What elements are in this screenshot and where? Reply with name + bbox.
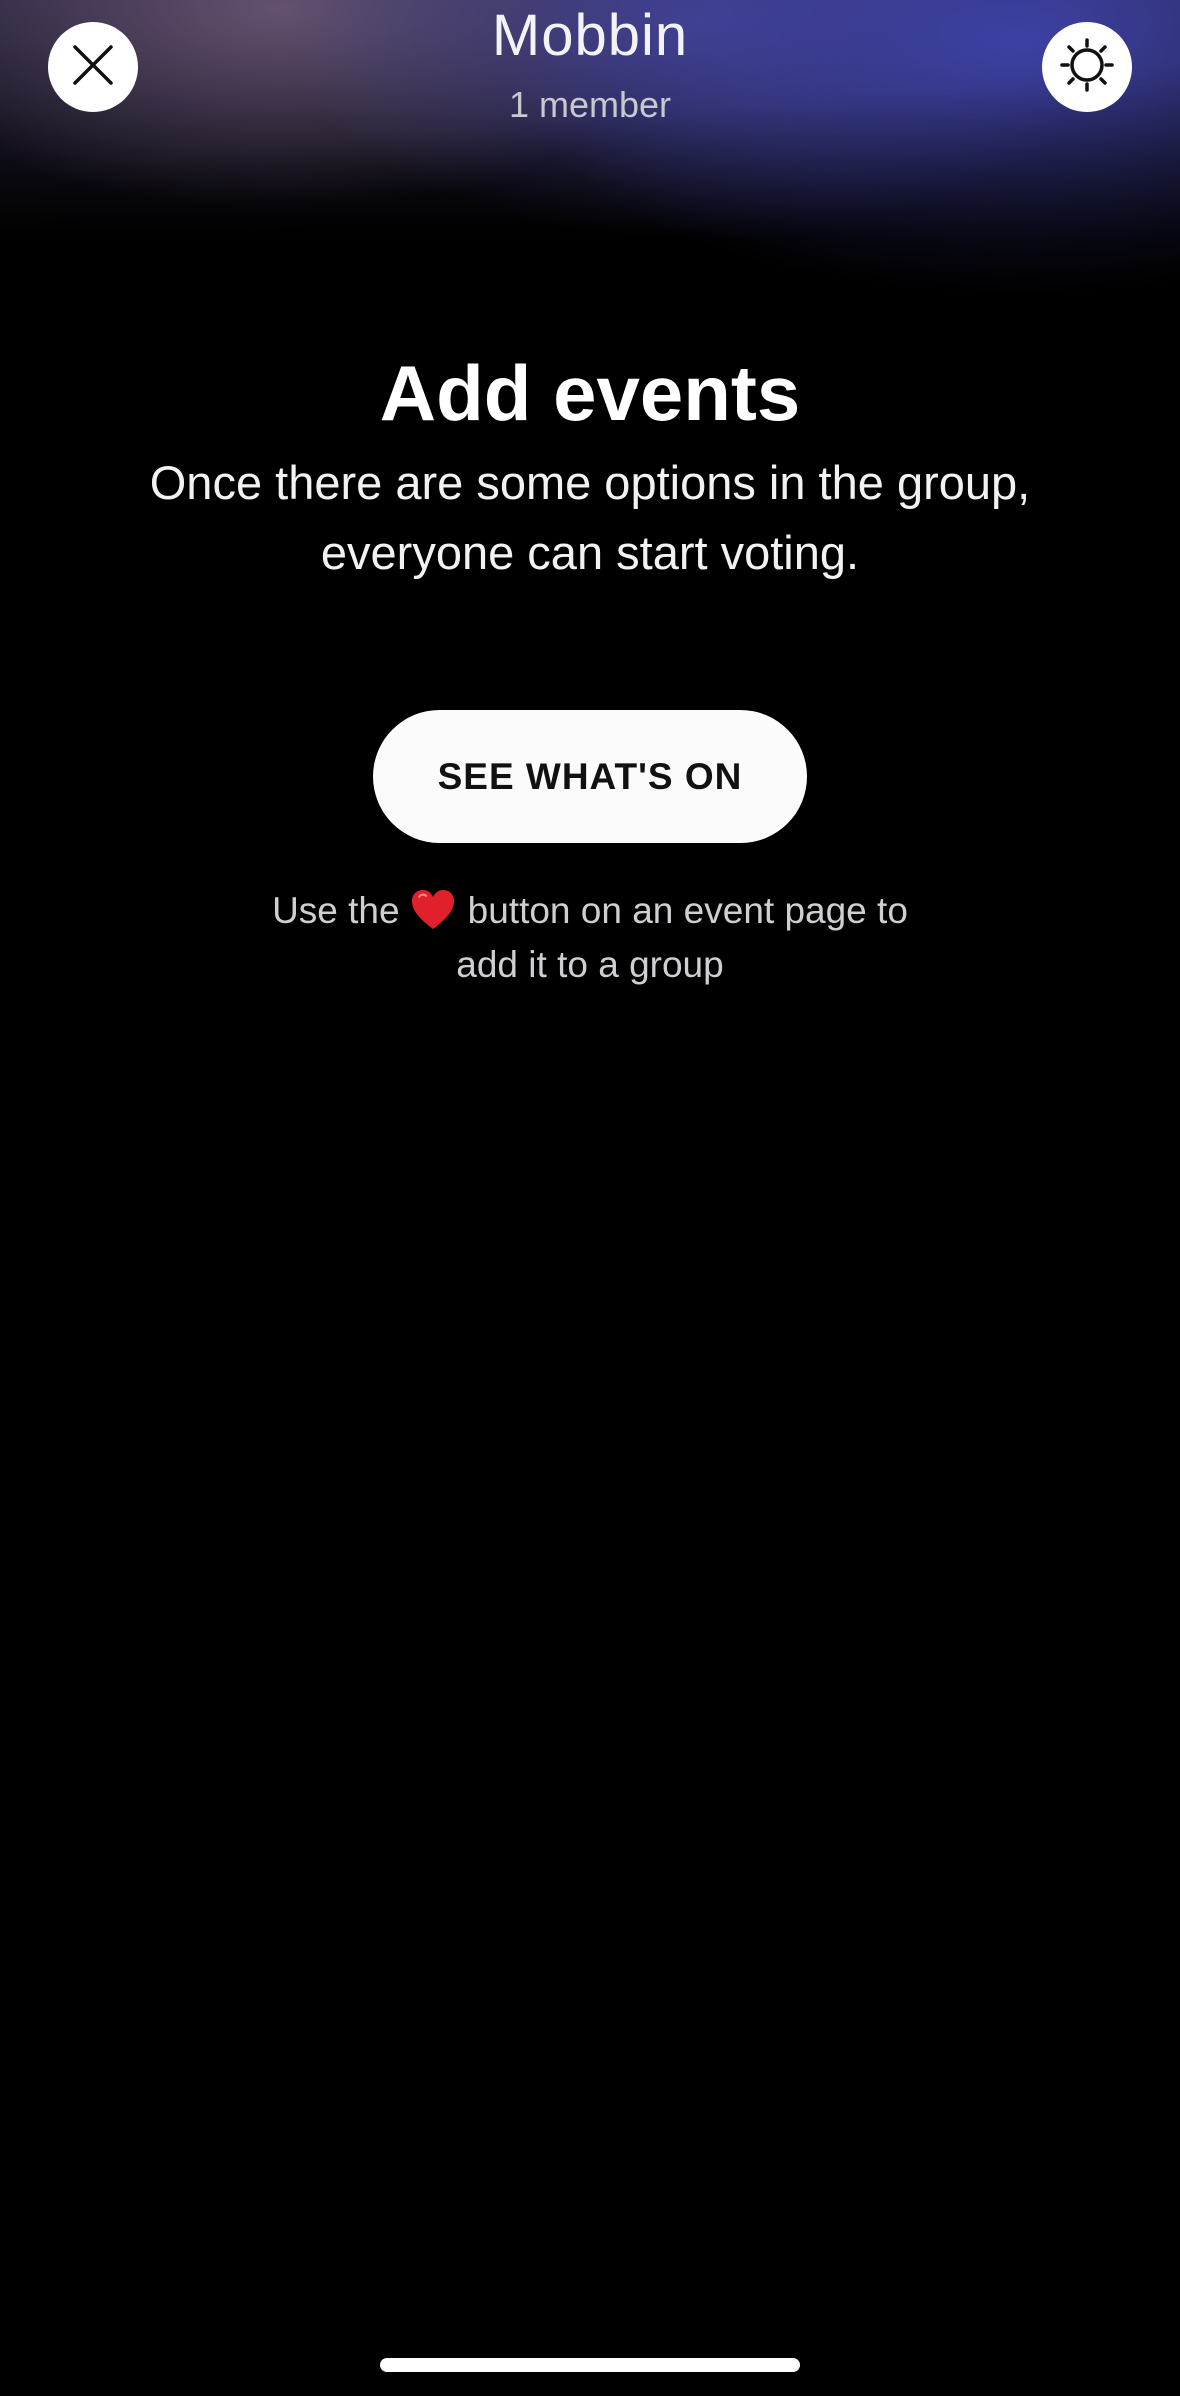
sun-gear-icon bbox=[1059, 37, 1115, 98]
group-header: Mobbin 1 member bbox=[0, 0, 1180, 160]
hint-text-before: Use the bbox=[272, 890, 400, 931]
home-indicator[interactable] bbox=[380, 2358, 800, 2372]
see-whats-on-label: SEE WHAT'S ON bbox=[437, 755, 743, 797]
hint-text-after: button on an event page to add it to a g… bbox=[456, 890, 908, 985]
empty-state-description: Once there are some options in the group… bbox=[149, 456, 1031, 579]
group-title: Mobbin bbox=[491, 3, 689, 68]
settings-button[interactable] bbox=[1042, 22, 1132, 112]
member-count: 1 member bbox=[508, 84, 672, 125]
see-whats-on-button[interactable]: SEE WHAT'S ON bbox=[373, 710, 807, 843]
empty-state-heading: Add events bbox=[379, 349, 801, 437]
heart-icon bbox=[410, 889, 468, 932]
hint-text: Use the button on an event page to add i… bbox=[240, 884, 940, 992]
